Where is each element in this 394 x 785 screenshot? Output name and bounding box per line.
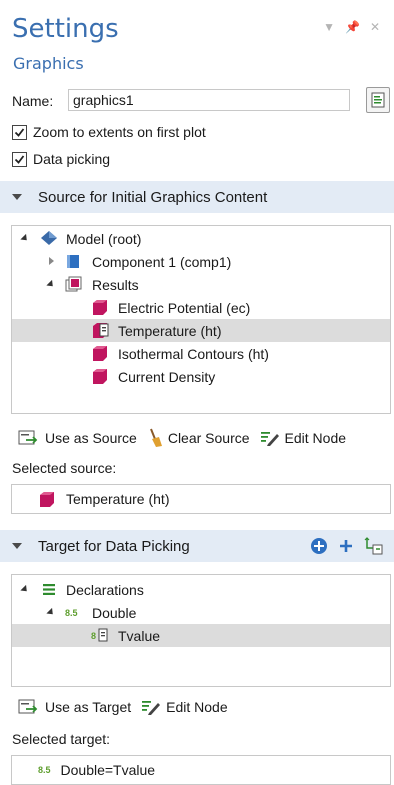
variable-doc-icon (98, 628, 108, 642)
clear-source-button[interactable]: Clear Source (147, 428, 250, 448)
checkmark-icon (14, 127, 25, 137)
plot-group-icon (93, 346, 107, 361)
edit-node-icon (260, 432, 279, 446)
tree-item-label: Tvalue (118, 627, 161, 644)
panel-subtitle: Graphics (13, 54, 84, 73)
collapse-icon (12, 543, 22, 549)
variable-icon: 8 (91, 630, 97, 641)
edit-node-button[interactable]: Edit Node (260, 429, 346, 447)
source-section-header[interactable]: Source for Initial Graphics Content (0, 181, 394, 213)
expand-icon[interactable] (46, 607, 56, 618)
double-icon: 8.5 (65, 607, 78, 618)
tree-item-double[interactable]: 8.5 Double (12, 601, 390, 624)
selected-source-field: Temperature (ht) (11, 484, 391, 514)
target-toolbar: Use as Target Edit Node (18, 698, 238, 716)
source-tree[interactable]: Model (root) Component 1 (comp1) Results… (11, 225, 391, 414)
use-as-target-button[interactable]: Use as Target (18, 698, 131, 716)
target-section-title: Target for Data Picking (38, 537, 190, 555)
results-icon (65, 276, 82, 292)
model-icon (41, 231, 57, 245)
edit-node-button[interactable]: Edit Node (141, 698, 228, 716)
tree-item-declarations[interactable]: Declarations (12, 578, 390, 601)
selected-source-label: Selected source: (12, 460, 117, 476)
edit-node-icon (142, 701, 161, 715)
data-picking-label: Data picking (33, 151, 111, 167)
dropdown-arrow-icon[interactable]: ▼ (323, 20, 335, 34)
tree-item-label: Model (root) (66, 230, 142, 247)
use-as-source-icon (18, 430, 38, 445)
selected-source-value: Temperature (ht) (66, 491, 170, 507)
use-as-source-button[interactable]: Use as Source (18, 429, 137, 447)
plot-group-icon (40, 491, 54, 507)
zoom-extents-label: Zoom to extents on first plot (33, 124, 206, 140)
tree-item-isothermal-contours[interactable]: Isothermal Contours (ht) (12, 342, 390, 365)
clear-source-label: Clear Source (167, 430, 250, 446)
zoom-extents-option[interactable]: Zoom to extents on first plot (12, 124, 206, 140)
target-section-header[interactable]: Target for Data Picking (0, 530, 394, 562)
tree-item-label: Temperature (ht) (118, 322, 222, 339)
tree-item-label: Electric Potential (ec) (118, 299, 251, 316)
name-field[interactable] (68, 89, 350, 111)
pin-icon[interactable]: 📌 (345, 20, 360, 34)
edit-node-label: Edit Node (166, 699, 228, 715)
add-circle-icon[interactable] (310, 537, 328, 555)
name-options-button[interactable] (366, 87, 390, 113)
close-icon[interactable]: ✕ (370, 20, 380, 34)
tree-item-label: Results (92, 276, 139, 293)
node-properties-icon (371, 92, 385, 108)
broom-icon (149, 428, 162, 447)
source-section-title: Source for Initial Graphics Content (38, 188, 268, 206)
expand-icon[interactable] (20, 233, 30, 244)
selected-target-label: Selected target: (12, 731, 111, 747)
target-section-actions (310, 537, 384, 555)
zoom-extents-checkbox[interactable] (12, 124, 27, 140)
tree-item-tvalue[interactable]: 8 Tvalue (12, 624, 390, 647)
source-toolbar: Use as Source Clear Source Edit Node (18, 428, 356, 448)
name-label: Name: (12, 93, 54, 109)
tree-item-label: Declarations (66, 581, 144, 598)
use-as-source-label: Use as Source (45, 430, 137, 446)
data-picking-checkbox[interactable] (12, 151, 27, 167)
plot-group-icon (93, 369, 107, 384)
tree-item-current-density[interactable]: Current Density (12, 365, 390, 388)
add-node-tree-icon[interactable] (364, 537, 384, 555)
tree-item-model-root[interactable]: Model (root) (12, 227, 390, 250)
tree-item-results[interactable]: Results (12, 273, 390, 296)
panel-title: Settings (12, 14, 119, 44)
selected-target-field: 8.5 Double=Tvalue (11, 755, 391, 785)
plot-group-icon (93, 300, 107, 315)
tree-item-label: Isothermal Contours (ht) (118, 345, 269, 362)
declarations-icon (43, 584, 55, 595)
checkmark-icon (14, 154, 25, 164)
double-icon: 8.5 (38, 765, 51, 775)
tree-item-component[interactable]: Component 1 (comp1) (12, 250, 390, 273)
edit-node-label: Edit Node (284, 430, 347, 446)
data-picking-option[interactable]: Data picking (12, 151, 110, 167)
use-as-target-label: Use as Target (45, 699, 132, 715)
use-as-target-icon (18, 699, 38, 714)
window-controls: ▼ 📌 ✕ (323, 20, 380, 34)
expand-icon[interactable] (46, 279, 56, 290)
expand-icon[interactable] (20, 584, 30, 595)
collapse-icon (12, 194, 22, 200)
tree-item-electric-potential[interactable]: Electric Potential (ec) (12, 296, 390, 319)
tree-item-label: Double (92, 604, 137, 621)
add-icon[interactable] (338, 538, 354, 554)
selected-target-value: Double=Tvalue (60, 762, 156, 778)
tree-item-temperature[interactable]: Temperature (ht) (12, 319, 390, 342)
tree-item-label: Component 1 (comp1) (92, 253, 232, 270)
target-tree[interactable]: Declarations 8.5 Double 8 Tvalue (11, 574, 391, 687)
component-icon (67, 255, 79, 268)
tree-item-label: Current Density (118, 368, 216, 385)
plot-group-default-icon (93, 323, 109, 338)
expand-icon[interactable] (49, 257, 54, 265)
